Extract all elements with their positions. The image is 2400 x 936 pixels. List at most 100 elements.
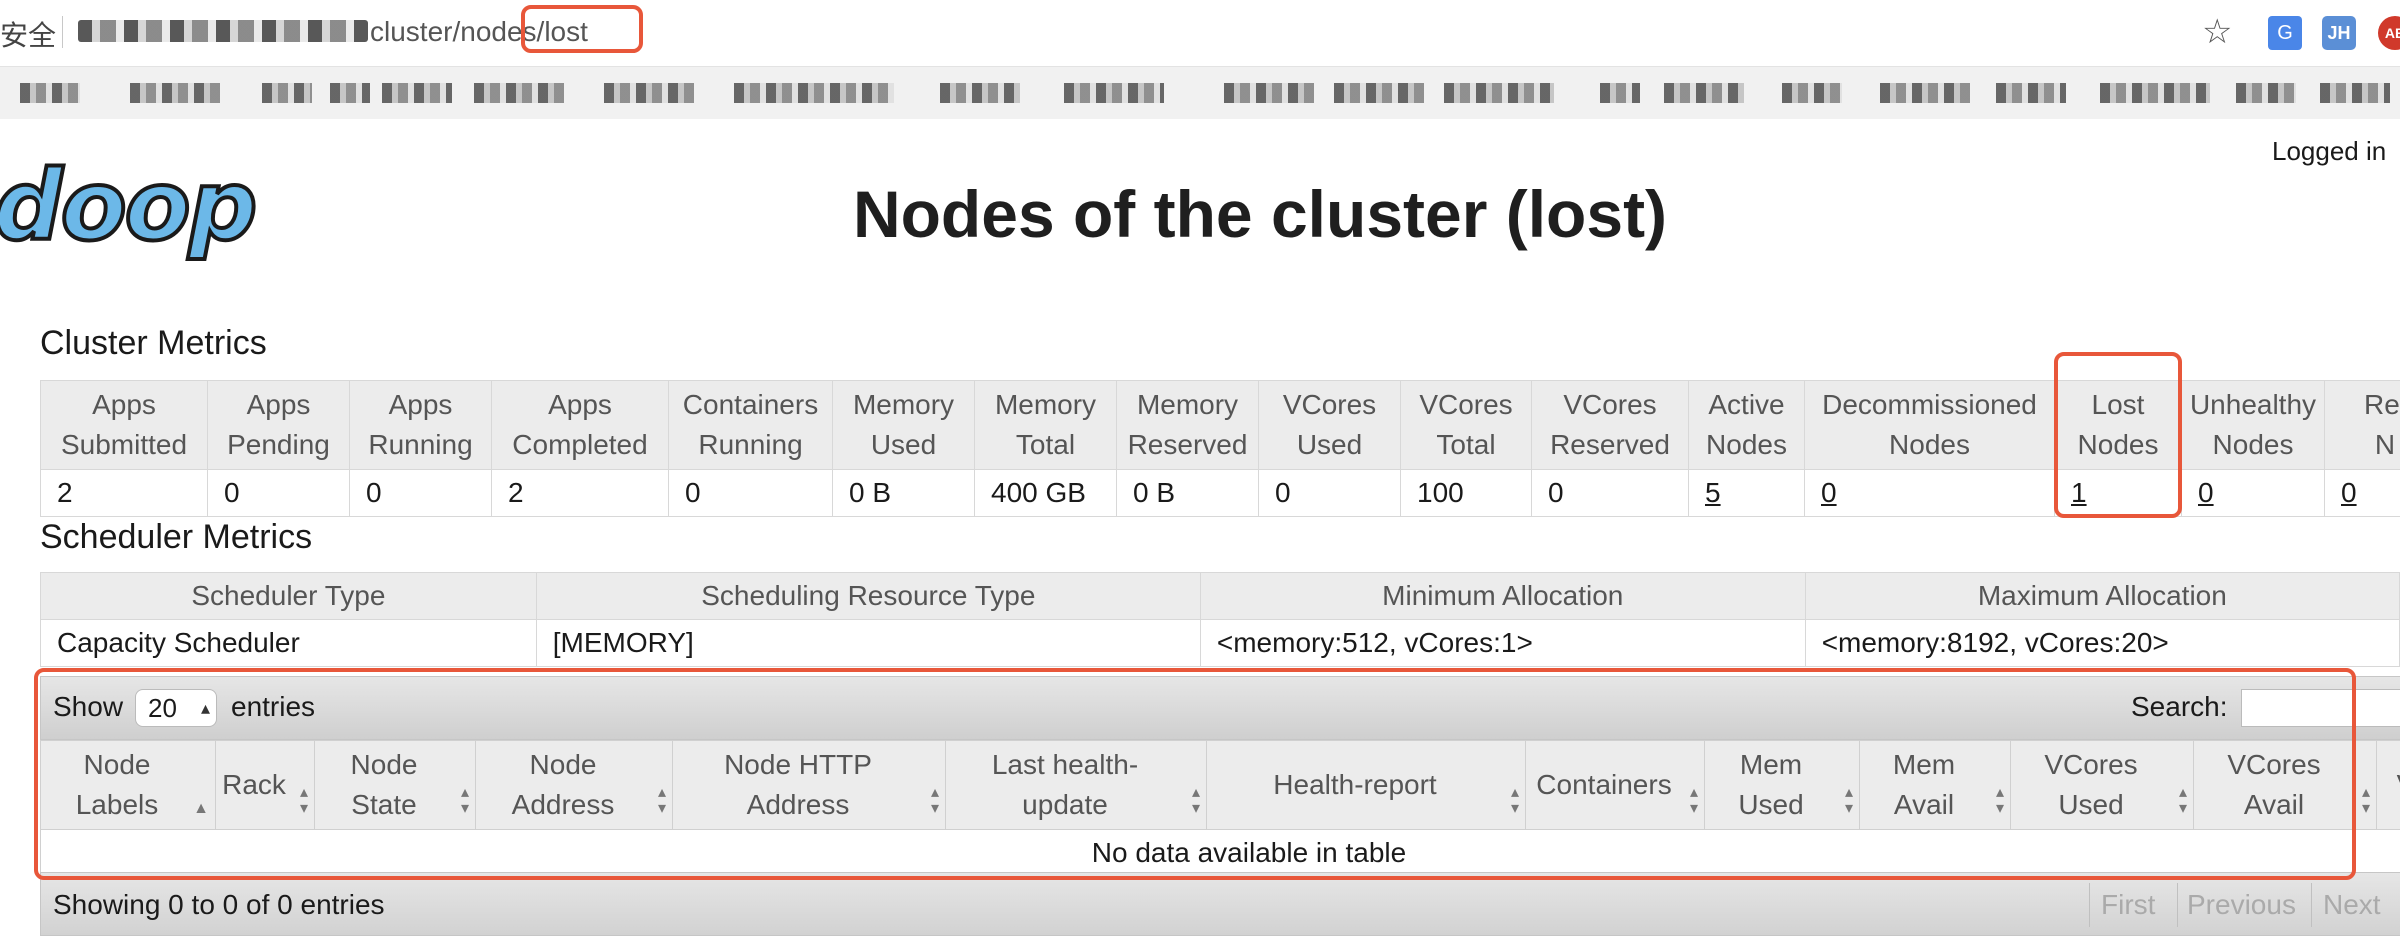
cluster-metrics-table: Apps Submitted Apps Pending Apps Running Apps C… [40,380,2400,517]
scheduler-metric-value: Capacity Scheduler [40,619,537,667]
header-line: Active [1708,389,1785,420]
node-count-link[interactable]: 0 [2341,477,2357,508]
translate-icon[interactable]: G [2268,16,2302,50]
bookmark-item[interactable] [330,83,370,103]
node-count-link[interactable]: 0 [2198,477,2214,508]
bookmark-item[interactable] [1224,83,1314,103]
node-count-link[interactable]: 5 [1705,477,1721,508]
bookmarks-bar [0,67,2400,119]
logged-in-label: Logged in [2272,136,2387,166]
scheduler-metric-value: <memory:8192, vCores:20> [1804,619,2400,667]
cluster-metric-value: 400 GB [974,469,1117,517]
header-line: Decommissioned [1822,389,2037,420]
pagination-divider [2311,883,2312,927]
header-line: Memory [1136,389,1239,420]
bookmark-item[interactable] [382,83,452,103]
bookmark-item[interactable] [2100,83,2210,103]
bookmark-item[interactable] [940,83,1020,103]
bookmark-item[interactable] [1444,83,1554,103]
bookmark-item[interactable] [262,83,312,103]
bookmark-item[interactable] [1064,83,1164,103]
header-line: Reserved [1127,429,1248,460]
cluster-metric-value: 100 [1400,469,1532,517]
header-line: Used [1296,429,1363,460]
bookmark-item[interactable] [20,83,80,103]
cluster-metric-header: Memory Used [832,380,975,470]
security-label: 安全 [0,20,57,51]
cluster-metric-header: Apps Submitted [40,380,208,470]
cluster-metric-header: Apps Pending [207,380,350,470]
bookmark-item[interactable] [1600,83,1640,103]
first-page-button[interactable]: First [2101,889,2155,921]
cluster-metric-value[interactable]: 0 [2324,469,2400,517]
bookmark-item[interactable] [2236,83,2296,103]
cluster-metric-value: 0 [349,469,492,517]
header-line: Submitted [60,429,188,460]
header-line: VCores [1282,389,1377,420]
header-line: N [2374,429,2396,460]
node-count-link[interactable]: 0 [1821,477,1837,508]
header-line: Rel [2363,389,2400,420]
header-line: VCores [1563,389,1657,420]
scheduler-metric-value: <memory:512, vCores:1> [1199,619,1806,667]
header-line: Apps [548,389,612,420]
previous-page-button[interactable]: Previous [2187,889,2296,921]
cluster-metric-value: 0 [1258,469,1401,517]
star-icon[interactable]: ☆ [2202,12,2232,52]
cluster-metric-header: Unhealthy Nodes [2181,380,2325,470]
url-highlight-callout [521,5,643,53]
bookmark-item[interactable] [2320,83,2390,103]
table-row: 200200 B 400 GB 0 B 0 100 0 5 0 1 0 0 [40,469,2400,517]
cluster-metric-header: Memory Total [974,380,1117,470]
bookmark-item[interactable] [734,83,894,103]
header-line: Apps [92,389,156,420]
address-bar[interactable]: 安全 cluster/nodes/lost ☆ G JH AB [0,0,2400,67]
cluster-metric-value[interactable]: 5 [1688,469,1805,517]
header-line: Used [870,429,937,460]
jh-extension-icon[interactable]: JH [2322,16,2356,50]
scheduler-metric-header: Maximum Allocation [1804,572,2400,620]
bookmark-item[interactable] [1664,83,1744,103]
cluster-metric-value: 0 [207,469,350,517]
bookmark-item[interactable] [1334,83,1424,103]
header-line: VCores [1419,389,1513,420]
cluster-metrics-title: Cluster Metrics [40,324,267,362]
cluster-metric-value: 0 B [1116,469,1259,517]
bookmark-item[interactable] [604,83,694,103]
header-line: Completed [512,429,648,460]
pagination-divider [2177,883,2178,927]
nodes-table-callout [34,668,2356,880]
sort-both-icon: ▴ ▾ [2361,784,2370,817]
header-line: Nodes [2212,429,2294,460]
header-line: Nodes [1706,429,1787,460]
datatable-footer: Showing 0 to 0 of 0 entries First Previo… [40,872,2400,936]
bookmark-item[interactable] [1782,83,1842,103]
header-line: Apps [388,389,453,420]
header-line: Unhealthy [2189,389,2317,420]
cluster-metric-value: 0 [668,469,833,517]
cluster-metric-value: 2 [491,469,669,517]
bookmark-item[interactable] [1880,83,1970,103]
bookmark-item[interactable] [130,83,220,103]
header-line: Nodes [1889,429,1970,460]
url-separator [62,16,63,48]
cluster-metric-value: 0 [1531,469,1689,517]
header-line: Running [368,429,473,460]
header-line: Running [698,429,803,460]
bookmark-item[interactable] [1996,83,2066,103]
bookmark-item[interactable] [474,83,564,103]
header-line: Total [1436,429,1496,460]
next-page-button[interactable]: Next [2323,889,2381,921]
header-line: Containers [682,389,819,420]
url-host-redacted [78,20,368,42]
pagination-divider [2089,883,2090,927]
table-info: Showing 0 to 0 of 0 entries [53,889,385,920]
cluster-metric-value[interactable]: 0 [1804,469,2055,517]
cluster-metric-header: Containers Running [668,380,833,470]
adblock-icon[interactable]: AB [2378,16,2400,50]
cluster-metric-header: VCores Used [1258,380,1401,470]
header-line: Memory [994,389,1097,420]
sortable-column-header[interactable]: V [2376,740,2400,830]
header-line: Pending [227,429,330,460]
cluster-metric-value[interactable]: 0 [2181,469,2325,517]
